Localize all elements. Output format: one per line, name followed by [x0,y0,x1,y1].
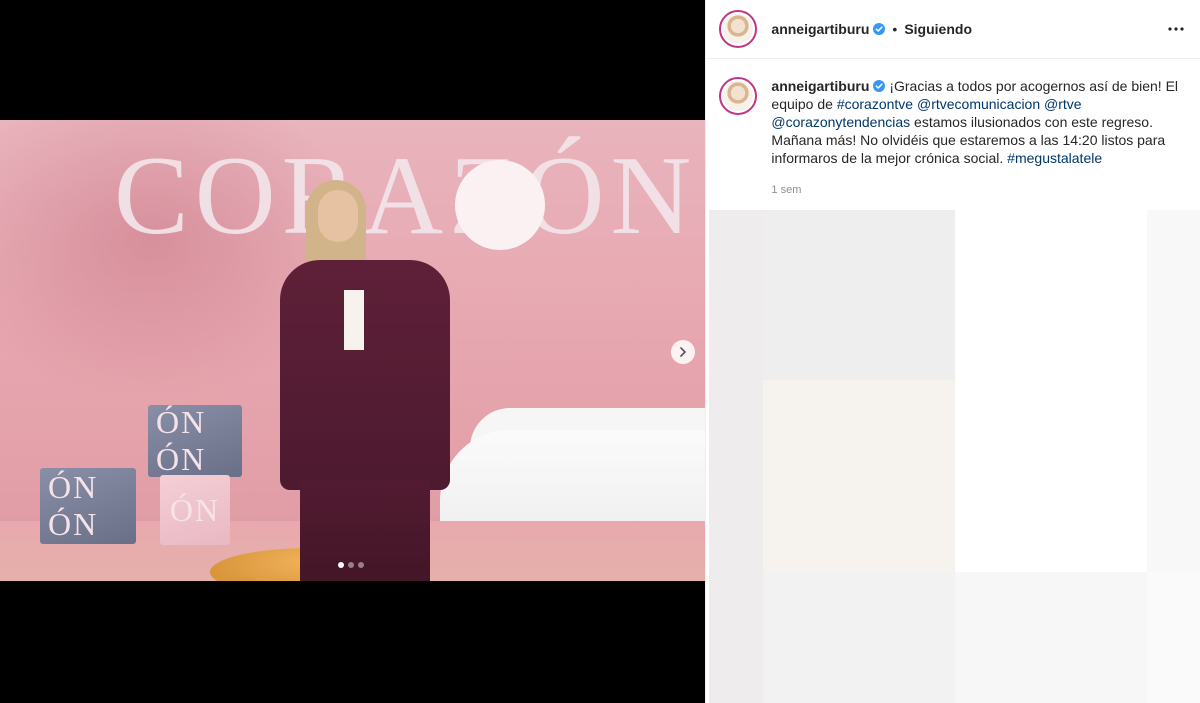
chevron-right-icon [680,347,687,357]
hashtag-link[interactable]: #corazontve [837,96,913,112]
caption-username[interactable]: anneigartiburu [771,78,869,94]
blur-block [763,572,956,703]
blur-block [763,380,956,572]
avatar[interactable] [719,10,758,48]
post-header: anneigartiburu • Siguiendo [706,0,1200,59]
cube-mark: ÓN [169,491,221,528]
hashtag-link[interactable]: #megustalatele [1007,150,1102,166]
post-media[interactable]: CORAZÓN ÓN ÓN ÓN ÓN ÓN [0,0,706,703]
comments-area-blurred [709,210,1200,703]
carousel-dots [338,562,364,568]
cube-pink: ÓN [160,475,230,545]
verified-badge-icon [873,23,886,35]
presenter [270,180,470,581]
post-photo: CORAZÓN ÓN ÓN ÓN ÓN ÓN [0,120,706,581]
blur-block [763,210,956,380]
blur-block [1147,210,1200,572]
post-timestamp[interactable]: 1 sem [771,181,1183,199]
jacket [280,260,450,490]
carousel-next-button[interactable] [671,340,695,364]
caption-body: anneigartiburu ¡Gracias a todos por acog… [771,77,1183,199]
verified-badge-icon [873,80,886,92]
caption-avatar[interactable] [719,77,758,115]
header-username[interactable]: anneigartiburu [771,21,869,37]
carousel-dot [348,562,354,568]
mention-link[interactable]: @rtve [1044,96,1082,112]
cube-left: ÓN ÓN [40,468,136,544]
blur-block [955,572,1148,703]
shirt [344,290,364,350]
post-caption: anneigartiburu ¡Gracias a todos por acog… [706,59,1200,199]
cube-mark: ÓN ÓN [156,404,207,477]
caption-text: anneigartiburu ¡Gracias a todos por acog… [771,77,1183,167]
carousel-dot [338,562,344,568]
header-separator: • [892,21,898,37]
following-button[interactable]: Siguiendo [904,21,972,37]
blur-block [709,210,764,703]
post-sidebar: anneigartiburu • Siguiendo anneigartibur… [705,0,1200,703]
cube-mark: ÓN ÓN [48,469,99,542]
more-options-button[interactable] [1168,27,1184,31]
carousel-dot [358,562,364,568]
mention-link[interactable]: @corazonytendencias [771,114,910,130]
cube-top: ÓN ÓN [148,404,242,477]
mention-link[interactable]: @rtvecomunicacion [917,96,1040,112]
blur-block [1147,572,1200,703]
face [318,190,358,242]
pants [300,480,430,581]
instagram-post: CORAZÓN ÓN ÓN ÓN ÓN ÓN anneigartiburu • … [0,0,1200,703]
more-horizontal-icon [1168,27,1184,31]
